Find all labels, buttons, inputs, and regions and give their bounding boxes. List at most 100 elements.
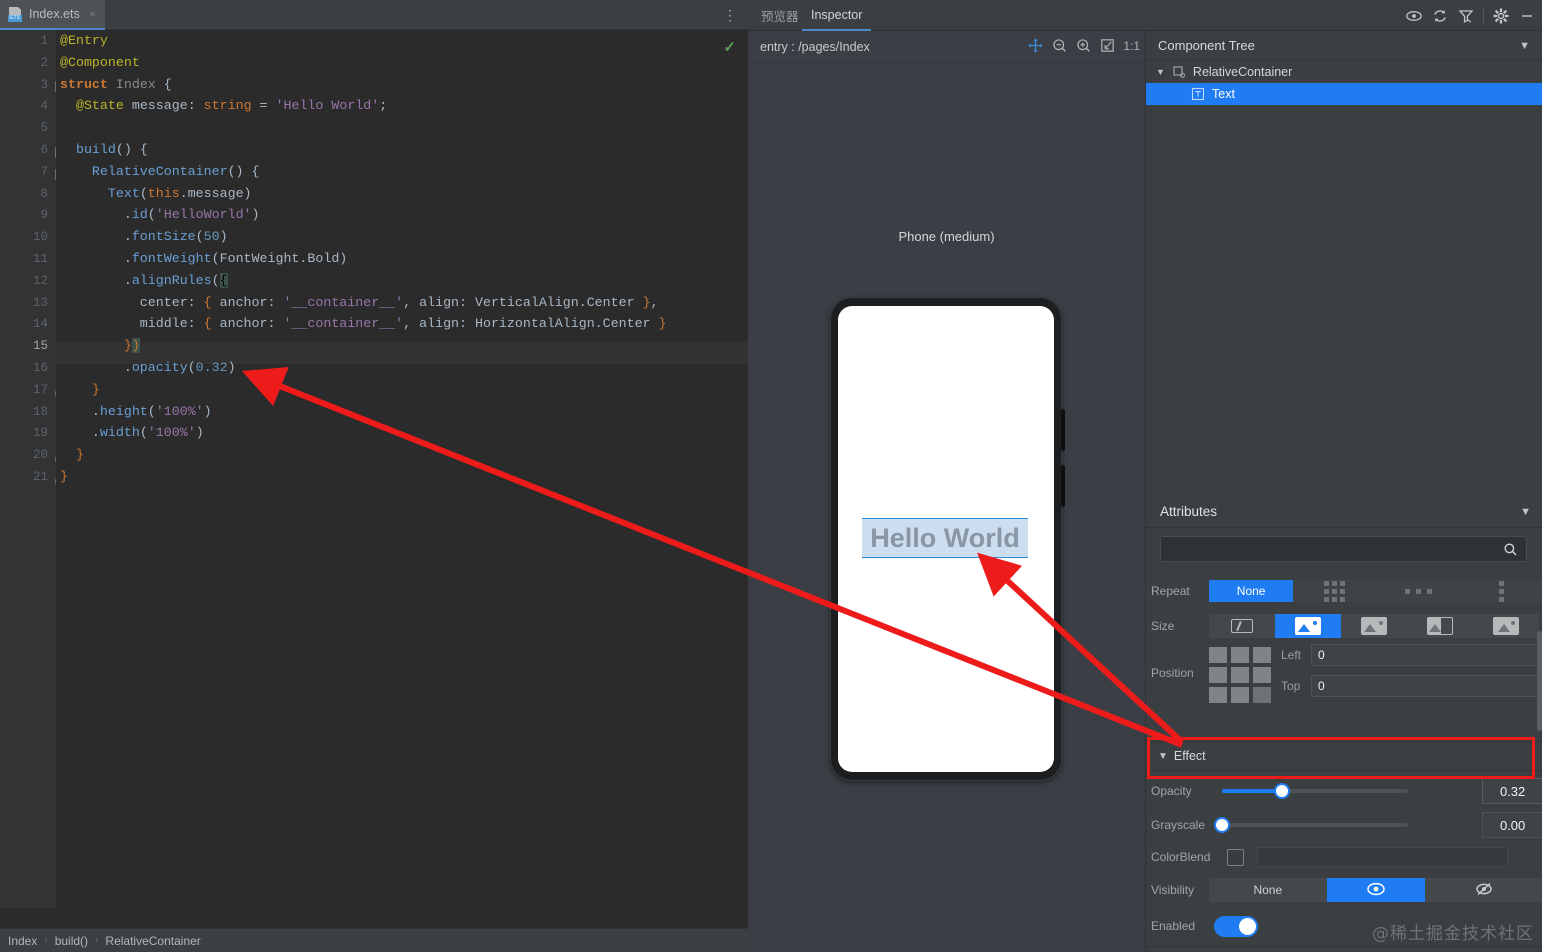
text-component-icon [1191,87,1205,101]
watermark: @稀土掘金技术社区 [1372,924,1534,944]
eye-hidden-icon [1473,881,1495,900]
repeat-option-xy[interactable] [1293,580,1377,602]
line-number: 6 [40,143,48,157]
funnel-icon[interactable] [1457,7,1475,25]
zoom-out-icon[interactable] [1051,37,1069,55]
breadcrumb: Index › build() › RelativeContainer [0,928,748,952]
size-option-none[interactable] [1473,614,1539,638]
breadcrumb-item-relativecontainer[interactable]: RelativeContainer [105,934,200,948]
line-number: 21 [32,470,48,484]
opacity-slider[interactable] [1222,783,1409,799]
tab-inspector-label: Inspector [811,7,863,22]
position-grid-icon[interactable] [1209,647,1271,703]
repeat-label: Repeat [1151,584,1190,598]
enabled-label: Enabled [1151,919,1196,933]
actual-size-icon[interactable]: 1:1 [1123,39,1140,53]
breadcrumb-item-build[interactable]: build() [55,934,88,948]
tree-node-relativecontainer[interactable]: ▼ RelativeContainer [1146,61,1542,83]
size-option-cover[interactable] [1275,614,1341,638]
tree-node-label: RelativeContainer [1192,65,1293,79]
line-number: 9 [40,208,48,223]
opacity-slider-knob[interactable] [1273,783,1290,799]
phone-frame: Hello World [830,297,1065,781]
colorblend-color-field[interactable] [1257,847,1508,867]
editor-tab-index-ets[interactable]: ETS Index.ets × [0,0,105,30]
position-top-value: 0 [1318,679,1325,693]
grayscale-slider[interactable] [1214,817,1409,833]
code-line: RelativeContainer() { [91,163,260,179]
code-line: build() { [75,142,148,157]
size-option-auto[interactable] [1209,614,1275,638]
visibility-label: Visibility [1151,883,1195,897]
breadcrumb-item-index[interactable]: Index [8,934,37,948]
visibility-option-hidden[interactable] [1425,878,1542,902]
selected-text-component[interactable]: Hello World [862,518,1028,558]
inspector-scrollbar[interactable] [1537,631,1542,691]
visibility-option-visible[interactable] [1326,878,1426,902]
line-number: 14 [32,317,48,332]
repeat-option-x[interactable] [1376,580,1460,602]
code-line: } [75,447,84,463]
grayscale-value-input[interactable]: 0.00 [1482,812,1542,838]
line-number: 7 [40,164,48,179]
effect-section-header[interactable]: ▼ Effect [1146,741,1542,771]
phone-screen[interactable]: Hello World [838,306,1054,772]
repeat-option-y[interactable] [1459,580,1542,602]
line-number: 3 [40,77,48,92]
close-icon[interactable]: × [87,8,98,20]
none-size-icon [1493,617,1519,635]
analysis-ok-icon[interactable]: ✓ [723,38,736,56]
opacity-label: Opacity [1151,784,1192,798]
chevron-down-icon[interactable]: ▼ [1156,67,1165,77]
code-line: .id('HelloWorld') [123,207,260,223]
grayscale-slider-knob[interactable] [1214,817,1230,833]
gear-icon[interactable] [1492,7,1510,25]
preview-toolbar: 1:1 [1027,37,1140,55]
code-line: @State message: string = 'Hello World'; [75,98,388,114]
editor-gutter: 1 2 3 4 5 6 7 8 9 10 11 12 13 14 15 16 17 18 19 20 21 [0,30,56,908]
fit-screen-icon[interactable] [1099,37,1117,55]
grayscale-value: 0.00 [1499,817,1526,833]
tree-node-text[interactable]: Text [1146,83,1542,105]
line-number: 17 [32,382,48,397]
layout-section-header[interactable]: ▼ Layout [1146,946,1542,952]
tab-inspector[interactable]: Inspector [802,0,872,31]
line-number: 2 [40,55,48,70]
size-option-contain[interactable] [1341,614,1407,638]
zoom-in-icon[interactable] [1075,37,1093,55]
position-left-input[interactable]: 0 [1311,644,1542,666]
enabled-toggle[interactable] [1214,915,1258,937]
cover-icon [1295,617,1321,635]
code-text-area[interactable]: @Entry @Component struct Index { @State … [56,30,748,908]
tab-previewer[interactable]: 预览器 [752,0,808,31]
editor-tab-bar: ETS Index.ets × ⋮ [0,0,748,30]
minimize-icon[interactable] [1518,7,1536,25]
attributes-header[interactable]: Attributes ▼ [1146,496,1542,528]
size-option-fill[interactable] [1407,614,1473,638]
right-pane: 预览器 Inspector entry: /pages/Index 1:1 P… [748,0,1542,952]
attributes-search-box[interactable] [1160,536,1527,562]
colorblend-checkbox[interactable] [1227,848,1244,866]
chevron-down-icon[interactable]: ▼ [1519,40,1530,52]
position-top-input[interactable]: 0 [1311,675,1542,697]
component-tree-header[interactable]: Component Tree ▼ [1146,31,1542,61]
tab-overflow-menu-icon[interactable]: ⋮ [722,7,738,23]
component-tree-title: Component Tree [1158,38,1255,53]
repeat-option-none[interactable]: None [1209,580,1294,602]
search-icon[interactable] [1503,542,1518,562]
move-icon[interactable] [1027,37,1045,55]
code-line: } [91,381,100,397]
refresh-icon[interactable] [1431,7,1449,25]
chevron-down-icon[interactable]: ▼ [1520,506,1531,518]
code-line: center: { anchor: '__container__', align… [139,294,659,310]
position-left-value: 0 [1318,648,1325,662]
code-line: .width('100%') [91,425,204,441]
tab-previewer-label: 预览器 [761,10,799,24]
opacity-value-input[interactable]: 0.32 [1482,778,1542,804]
eye-icon[interactable] [1405,7,1423,25]
right-tab-bar: 预览器 Inspector [748,0,1542,31]
visibility-option-none[interactable]: None [1209,878,1327,902]
grayscale-label: Grayscale [1151,818,1206,832]
chevron-down-icon[interactable]: ▼ [1158,751,1168,762]
ets-badge-label: ETS [8,14,22,22]
